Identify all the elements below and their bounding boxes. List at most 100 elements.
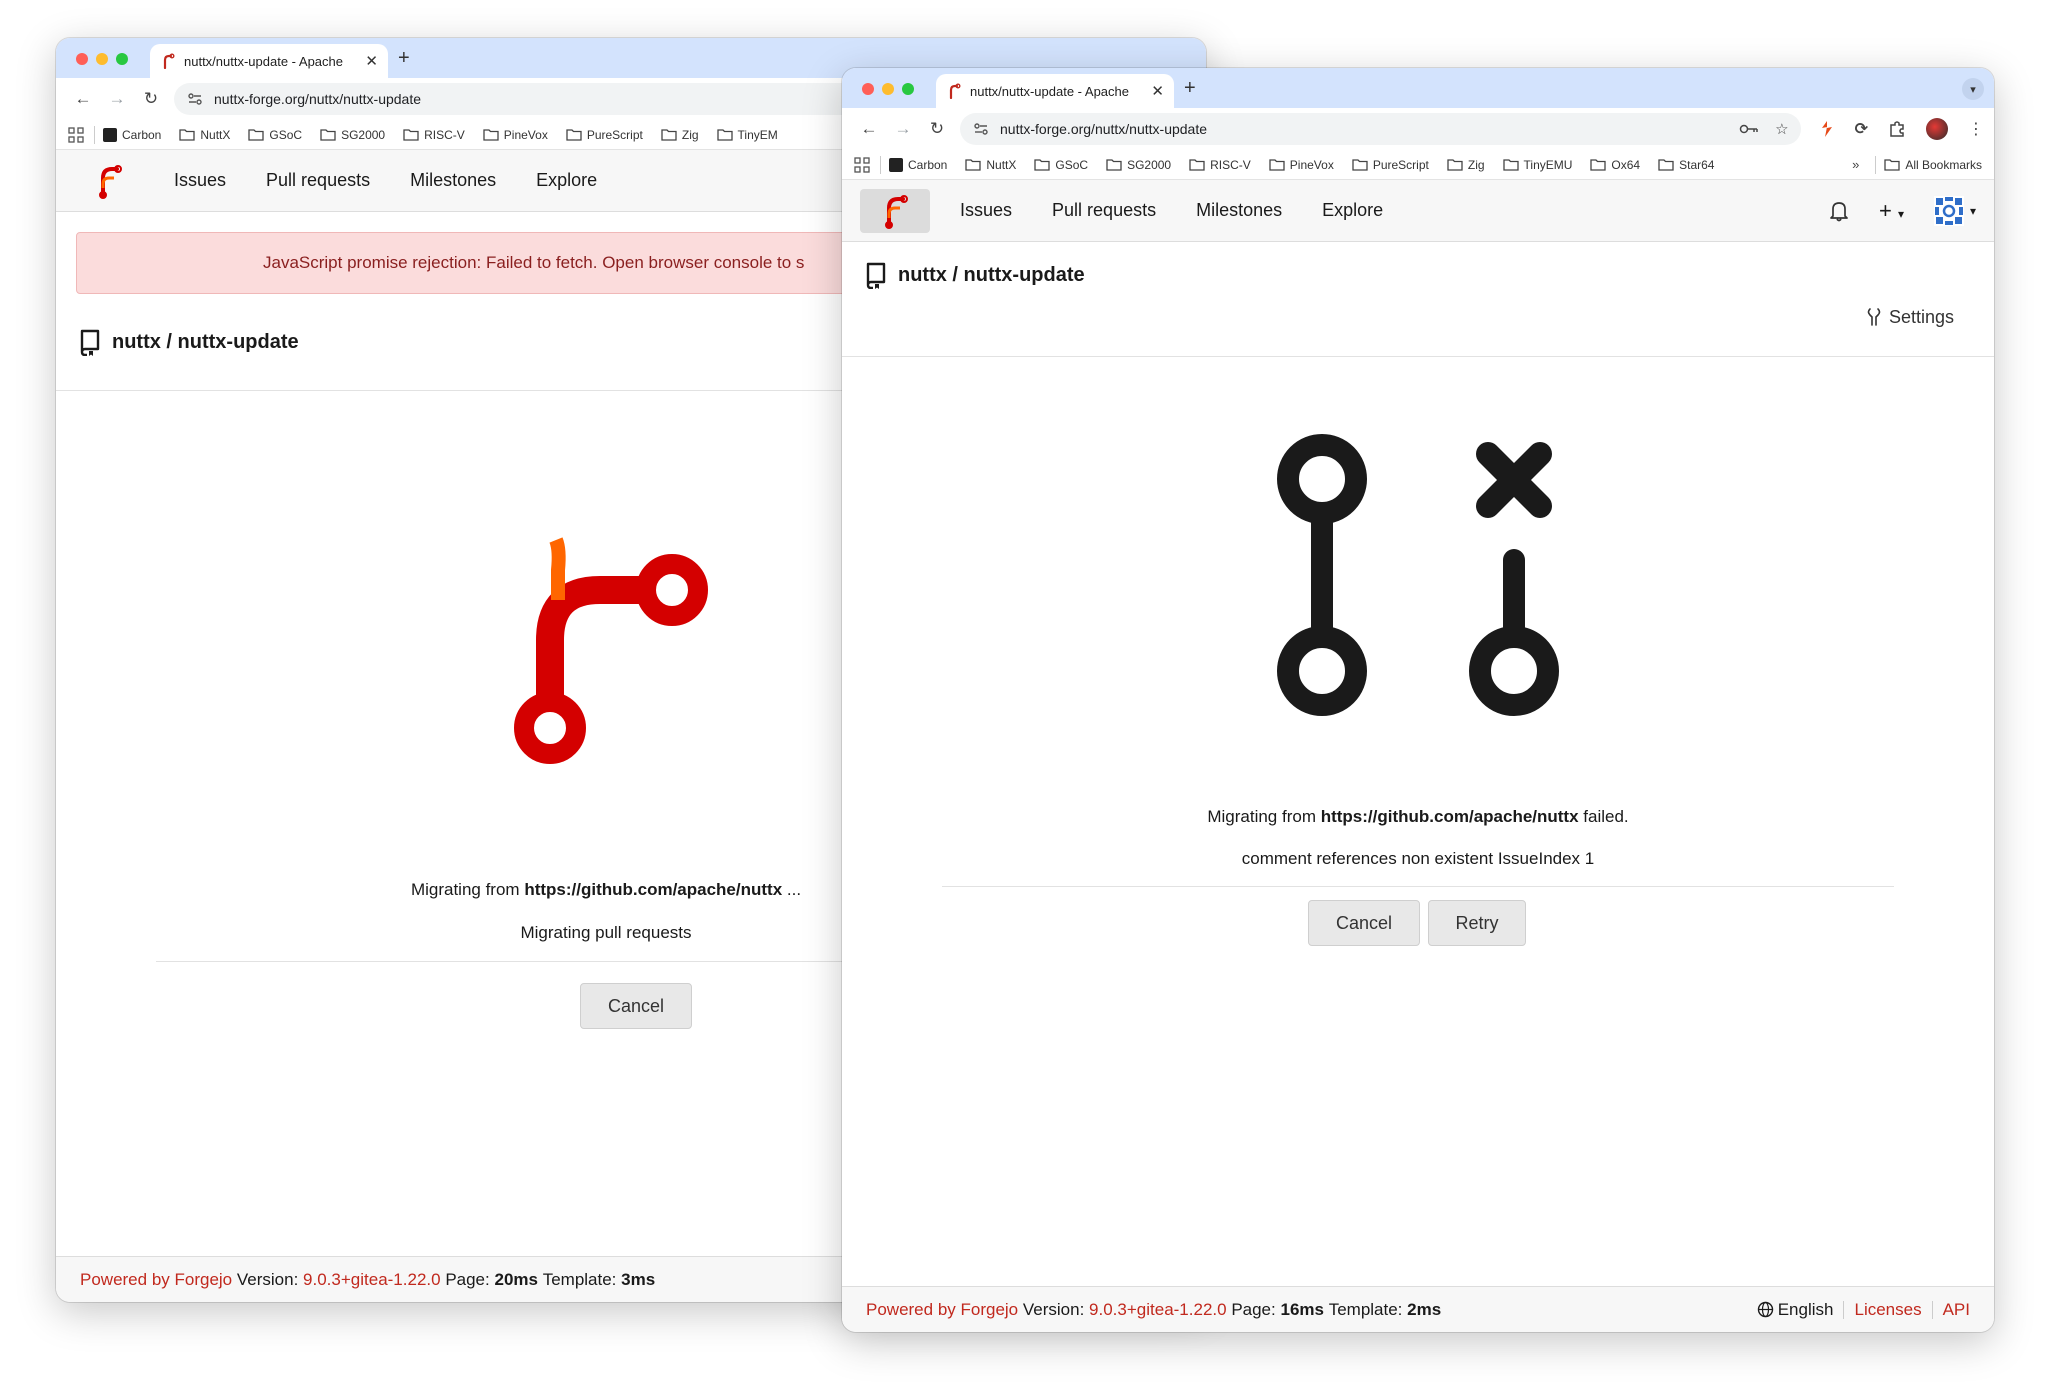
tab-strip: nuttx/nuttx-update - Apache ✕ + ▾: [842, 68, 1994, 108]
bookmark-folder[interactable]: TinyEMU: [1502, 157, 1573, 172]
bookmark-label: PureScript: [1372, 157, 1429, 172]
bookmark-folder[interactable]: Zig: [1447, 158, 1485, 172]
bookmark-folder[interactable]: NuttX: [179, 128, 230, 142]
bookmark-folder[interactable]: Ox64: [1590, 158, 1640, 172]
page-footer: Powered by Forgejo Version: 9.0.3+gitea-…: [842, 1286, 1994, 1332]
home-logo-link[interactable]: [860, 188, 930, 233]
bookmark-label: SG2000: [1127, 157, 1172, 172]
bookmark-folder[interactable]: RISC-V: [403, 128, 465, 142]
settings-label: Settings: [1888, 306, 1954, 327]
nav-issues[interactable]: Issues: [960, 200, 1012, 221]
create-new-dropdown[interactable]: + ▾: [1879, 198, 1904, 224]
bookmark-folder[interactable]: TinyEM: [716, 128, 778, 142]
user-menu-dropdown[interactable]: ▾: [1933, 195, 1976, 226]
bookmark-folder[interactable]: GSoC: [1034, 158, 1088, 172]
version-link[interactable]: 9.0.3+gitea-1.22.0: [303, 1270, 441, 1290]
bookmark-folder[interactable]: NuttX: [965, 158, 1016, 172]
language-selector[interactable]: English: [1757, 1300, 1833, 1320]
nav-issues[interactable]: Issues: [174, 170, 226, 191]
bookmark-folder[interactable]: SG2000: [320, 128, 385, 142]
close-window-button[interactable]: [76, 53, 88, 65]
browser-menu-icon[interactable]: ⋮: [1968, 119, 1984, 139]
powered-by-link[interactable]: Powered by Forgejo: [866, 1300, 1018, 1320]
minimize-window-button[interactable]: [96, 53, 108, 65]
retry-button[interactable]: Retry: [1428, 900, 1526, 946]
migration-source-url: https://github.com/apache/nuttx: [1320, 807, 1579, 826]
powered-by-link[interactable]: Powered by Forgejo: [80, 1270, 232, 1290]
zoom-window-button[interactable]: [902, 83, 914, 95]
bookmark-folder[interactable]: PureScript: [1352, 158, 1429, 172]
reload-icon[interactable]: ↻: [134, 82, 168, 116]
forward-arrow-icon[interactable]: →: [886, 112, 920, 146]
forgejo-logo-icon: [885, 194, 908, 229]
password-key-icon[interactable]: [1739, 123, 1759, 135]
address-bar[interactable]: nuttx-forge.org/nuttx/nuttx-update ☆: [960, 113, 1801, 145]
nav-explore[interactable]: Explore: [536, 170, 597, 191]
globe-icon: [1757, 1301, 1773, 1318]
bookmark-folder[interactable]: Star64: [1658, 158, 1714, 172]
notifications-bell-icon[interactable]: [1829, 200, 1849, 222]
back-arrow-icon[interactable]: ←: [66, 82, 100, 116]
new-tab-button[interactable]: +: [1184, 77, 1196, 100]
cancel-button[interactable]: Cancel: [1308, 900, 1420, 946]
divider: [942, 886, 1894, 887]
profile-avatar[interactable]: [1926, 118, 1948, 140]
bookmark-star-icon[interactable]: ☆: [1775, 120, 1788, 138]
apps-grid-icon[interactable]: [68, 126, 84, 143]
tab-close-icon[interactable]: ✕: [1151, 82, 1164, 100]
back-arrow-icon[interactable]: ←: [852, 112, 886, 146]
navbar-right: + ▾ ▾: [1829, 195, 1976, 226]
nav-pull-requests[interactable]: Pull requests: [266, 170, 370, 191]
extensions-area: ⟳ ⋮: [1819, 118, 1984, 140]
bookmark-folder[interactable]: Zig: [661, 128, 699, 142]
new-tab-button[interactable]: +: [398, 47, 410, 70]
repo-settings-link[interactable]: Settings: [842, 304, 1994, 330]
bookmark-label: GSoC: [269, 127, 303, 142]
nav-pull-requests[interactable]: Pull requests: [1052, 200, 1156, 221]
bookmark-folder[interactable]: PineVox: [1269, 158, 1334, 172]
nav-milestones[interactable]: Milestones: [1196, 200, 1282, 221]
home-logo-link[interactable]: [74, 159, 144, 203]
folder-icon: [1658, 159, 1674, 171]
folder-icon: [566, 129, 582, 141]
zoom-window-button[interactable]: [116, 53, 128, 65]
cancel-button[interactable]: Cancel: [580, 983, 692, 1029]
browser-tab[interactable]: nuttx/nuttx-update - Apache ✕: [936, 74, 1174, 108]
nav-explore[interactable]: Explore: [1322, 200, 1383, 221]
footer-right: English Licenses API: [1757, 1300, 1970, 1320]
folder-icon: [716, 129, 733, 141]
version-link[interactable]: 9.0.3+gitea-1.22.0: [1089, 1300, 1227, 1320]
site-settings-icon[interactable]: [972, 120, 990, 138]
sync-extension-icon[interactable]: ⟳: [1855, 119, 1868, 139]
bookmark-folder[interactable]: PureScript: [566, 128, 643, 142]
tab-search-chevron-icon[interactable]: ▾: [1962, 78, 1984, 100]
bookmark-folder[interactable]: RISC-V: [1189, 158, 1251, 172]
puzzle-extensions-icon[interactable]: [1888, 120, 1906, 138]
nav-milestones[interactable]: Milestones: [410, 170, 496, 191]
page-time-value: 16ms: [1280, 1299, 1324, 1319]
bookmark-carbon[interactable]: Carbon: [889, 157, 947, 172]
api-link[interactable]: API: [1943, 1300, 1970, 1320]
licenses-link[interactable]: Licenses: [1854, 1300, 1921, 1320]
site-settings-icon[interactable]: [186, 90, 204, 108]
apps-grid-icon[interactable]: [854, 156, 870, 173]
browser-tab[interactable]: nuttx/nuttx-update - Apache ✕: [150, 44, 388, 78]
reload-icon[interactable]: ↻: [920, 112, 954, 146]
extension-icon[interactable]: [1819, 120, 1835, 138]
bookmark-label: TinyEMU: [1523, 157, 1573, 172]
page-time-label: Page:: [1231, 1299, 1276, 1319]
bookmarks-divider: [1875, 155, 1877, 174]
footer-divider: [1843, 1300, 1845, 1319]
minimize-window-button[interactable]: [882, 83, 894, 95]
bookmark-label: PineVox: [1289, 157, 1334, 172]
tab-close-icon[interactable]: ✕: [365, 52, 378, 70]
forward-arrow-icon[interactable]: →: [100, 82, 134, 116]
bookmark-folder[interactable]: PineVox: [483, 128, 548, 142]
close-window-button[interactable]: [862, 83, 874, 95]
bookmark-folder[interactable]: GSoC: [248, 128, 302, 142]
bookmark-folder[interactable]: SG2000: [1106, 158, 1171, 172]
page-time-value: 20ms: [494, 1269, 538, 1289]
more-bookmarks-chevron-icon[interactable]: »: [1852, 157, 1859, 172]
all-bookmarks-button[interactable]: All Bookmarks: [1884, 158, 1982, 172]
bookmark-carbon[interactable]: Carbon: [103, 127, 161, 142]
